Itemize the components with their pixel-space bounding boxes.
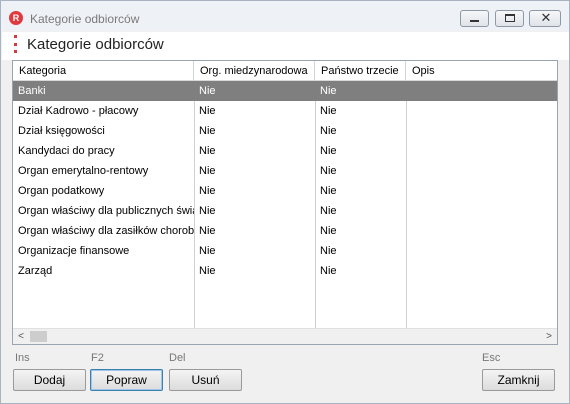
horizontal-scrollbar[interactable]: < > [13, 328, 557, 344]
table-row[interactable]: Banki Nie Nie [13, 81, 557, 101]
table-cell [406, 221, 557, 241]
table-header: Kategoria Org. miedzynarodowa Państwo tr… [13, 61, 557, 81]
app-logo-icon: R [9, 11, 23, 25]
window-title: Kategorie odbiorców [30, 12, 140, 26]
table-cell: Nie [199, 185, 216, 197]
table-row[interactable]: Organizacje finansowe Nie Nie [13, 241, 557, 261]
table-cell: Nie [320, 185, 337, 197]
table-cell: Nie [199, 265, 216, 277]
minimize-icon [470, 20, 479, 22]
scroll-right-icon[interactable]: > [541, 329, 557, 344]
shortcut-hint-delete: Del [169, 352, 186, 364]
table-row[interactable]: Organ właściwy dla zasiłków chorobowych N… [13, 221, 557, 241]
table-cell: Nie [199, 105, 216, 117]
table-cell: Nie [320, 145, 337, 157]
table-cell: Dział księgowości [18, 125, 105, 137]
table-cell: Nie [199, 205, 216, 217]
table-cell: Nie [320, 245, 337, 257]
edit-button[interactable]: Popraw [90, 369, 163, 391]
table-cell: Banki [18, 85, 46, 97]
table-row[interactable]: Organ właściwy dla publicznych świadczeń… [13, 201, 557, 221]
table-cell: Nie [199, 245, 216, 257]
table-cell: Nie [320, 165, 337, 177]
table-cell: Organ właściwy dla publicznych świadczeń [18, 205, 194, 217]
table-cell: Nie [199, 165, 216, 177]
table-cell: Nie [320, 265, 337, 277]
table-cell: Nie [199, 145, 216, 157]
table-cell: Organ podatkowy [18, 185, 105, 197]
table-cell: Organ emerytalno-rentowy [18, 165, 149, 177]
table-cell [406, 141, 557, 161]
table-row[interactable]: Dział Kadrowo - płacowy Nie Nie [13, 101, 557, 121]
scroll-thumb[interactable] [30, 331, 47, 342]
table-row[interactable]: Kandydaci do pracy Nie Nie [13, 141, 557, 161]
table-cell [406, 201, 557, 221]
table-cell: Nie [199, 125, 216, 137]
table-row[interactable]: Organ podatkowy Nie Nie [13, 181, 557, 201]
maximize-button[interactable] [495, 10, 524, 27]
dialog-window: R Kategorie odbiorców ✕ Kategorie odbior… [0, 0, 570, 404]
table-cell [406, 161, 557, 181]
close-icon: ✕ [540, 10, 552, 25]
maximize-icon [505, 14, 515, 22]
table-cell: Nie [320, 225, 337, 237]
table-cell: Zarząd [18, 265, 53, 277]
column-header-opis[interactable]: Opis [406, 61, 557, 81]
shortcut-hint-edit: F2 [91, 352, 104, 364]
table-cell [406, 261, 557, 281]
shortcut-hint-add: Ins [15, 352, 30, 364]
column-header-kategoria[interactable]: Kategoria [13, 61, 194, 81]
table-cell: Organ właściwy dla zasiłków chorobowych [18, 225, 194, 237]
minimize-button[interactable] [460, 10, 489, 27]
table-cell: Organizacje finansowe [18, 245, 130, 257]
page-header: Kategorie odbiorców [2, 32, 569, 60]
table-cell: Nie [320, 105, 337, 117]
page-title: Kategorie odbiorców [27, 36, 164, 53]
table-cell: Nie [320, 205, 337, 217]
title-bar[interactable]: R Kategorie odbiorców ✕ [1, 1, 569, 31]
table-cell: Nie [199, 85, 216, 97]
table-cell [406, 121, 557, 141]
table-cell: Nie [320, 125, 337, 137]
column-header-panstwo-trzecie[interactable]: Państwo trzecie [315, 61, 406, 81]
table-row[interactable]: Dział księgowości Nie Nie [13, 121, 557, 141]
add-button[interactable]: Dodaj [13, 369, 86, 391]
table-cell [406, 181, 557, 201]
table-cell: Nie [199, 225, 216, 237]
scroll-left-icon[interactable]: < [13, 329, 29, 344]
table-cell [406, 101, 557, 121]
table-cell: Dział Kadrowo - płacowy [18, 105, 139, 117]
table-cell: Kandydaci do pracy [18, 145, 115, 157]
close-window-button[interactable]: ✕ [529, 10, 561, 27]
close-button[interactable]: Zamknij [482, 369, 555, 391]
table-row[interactable]: Organ emerytalno-rentowy Nie Nie [13, 161, 557, 181]
column-header-org-miedzynarodowa[interactable]: Org. miedzynarodowa [194, 61, 315, 81]
table-cell [406, 81, 557, 101]
categories-table[interactable]: Kategoria Org. miedzynarodowa Państwo tr… [12, 60, 558, 345]
table-cell: Nie [320, 85, 337, 97]
delete-button[interactable]: Usuń [169, 369, 242, 391]
shortcut-hint-close: Esc [482, 352, 501, 364]
table-row[interactable]: Zarząd Nie Nie [13, 261, 557, 281]
table-cell [406, 241, 557, 261]
menu-dots-icon[interactable] [14, 35, 17, 53]
